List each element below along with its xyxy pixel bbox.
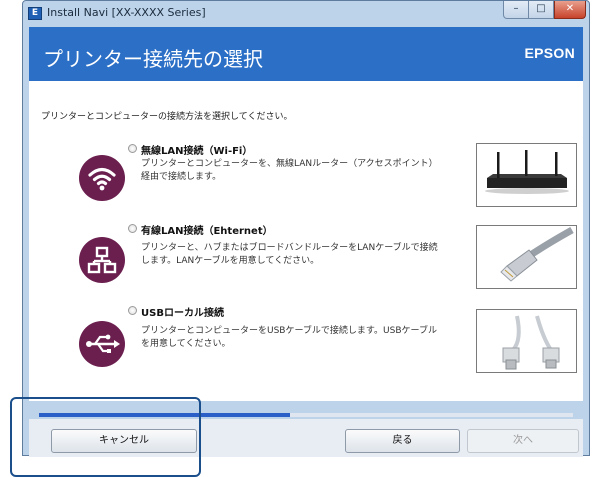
- installer-window: E Install Navi [XX-XXXX Series] – □ ✕ プリ…: [22, 0, 590, 457]
- title-bar[interactable]: E Install Navi [XX-XXXX Series] – □ ✕: [23, 1, 589, 27]
- option-description: プリンターと、ハブまたはブロードバンドルーターをLANケーブルで接続します。LA…: [141, 243, 438, 266]
- minimize-button[interactable]: –: [503, 1, 529, 19]
- content-panel: プリンターとコンピューターの接続方法を選択してください。 無線LAN接続（Wi-…: [29, 81, 583, 401]
- radio-wired[interactable]: [128, 224, 137, 233]
- back-button[interactable]: 戻る: [345, 429, 460, 453]
- option-description: プリンターとコンピューターをUSBケーブルで接続します。USBケーブルを用意して…: [141, 326, 437, 349]
- lan-cable-image: [476, 225, 577, 289]
- page-header: プリンター接続先の選択 EPSON: [29, 27, 583, 81]
- wifi-icon: [79, 155, 125, 201]
- option-description: プリンターとコンピューターを、無線LANルーター（アクセスポイント）経由で接続し…: [141, 159, 438, 182]
- wireless-router-image: [476, 143, 577, 207]
- page-title: プリンター接続先の選択: [43, 47, 263, 71]
- option-title: 有線LAN接続（Ehternet）: [141, 226, 273, 237]
- network-icon: [79, 237, 125, 283]
- next-button[interactable]: 次へ: [467, 429, 579, 453]
- highlight-frame: [10, 397, 201, 477]
- window-title: Install Navi [XX-XXXX Series]: [47, 6, 206, 19]
- option-wireless[interactable]: 無線LAN接続（Wi-Fi） プリンターとコンピューターを、無線LANルーター（…: [29, 139, 583, 219]
- instruction-text: プリンターとコンピューターの接続方法を選択してください。: [41, 112, 293, 122]
- option-title: 無線LAN接続（Wi-Fi）: [141, 146, 253, 157]
- radio-wireless[interactable]: [128, 144, 137, 153]
- usb-cable-image: [476, 309, 577, 373]
- option-wired[interactable]: 有線LAN接続（Ehternet） プリンターと、ハブまたはブロードバンドルータ…: [29, 221, 583, 301]
- maximize-button[interactable]: □: [529, 1, 554, 19]
- close-button[interactable]: ✕: [554, 1, 586, 19]
- option-usb[interactable]: USBローカル接続 プリンターとコンピューターをUSBケーブルで接続します。US…: [29, 303, 583, 383]
- app-icon: E: [28, 7, 42, 20]
- usb-icon: [79, 321, 125, 367]
- radio-usb[interactable]: [128, 306, 137, 315]
- option-title: USBローカル接続: [141, 308, 224, 319]
- brand-logo: EPSON: [524, 45, 575, 61]
